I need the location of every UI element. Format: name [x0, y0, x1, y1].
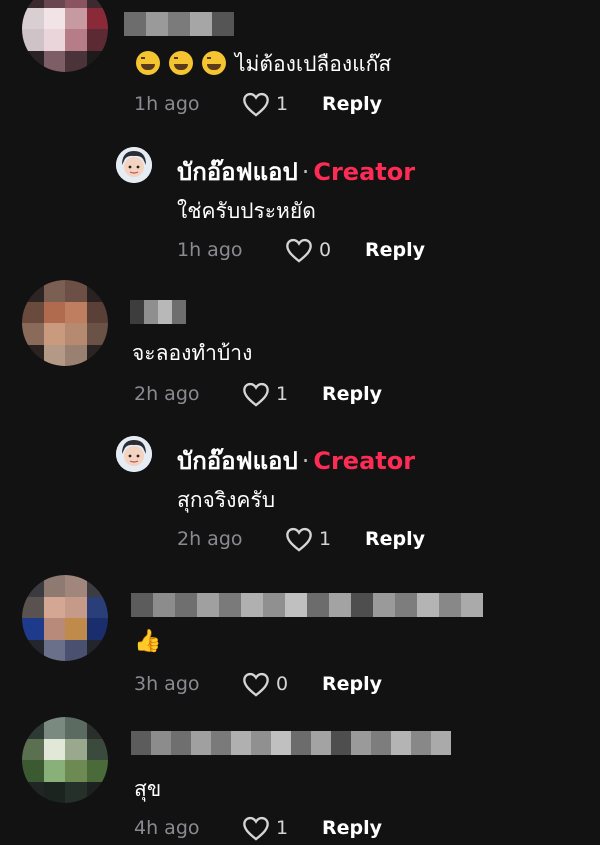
heart-outline-icon[interactable] [242, 381, 270, 407]
grinning-sweat-emoji [202, 51, 226, 75]
timestamp: 1h ago [177, 239, 243, 261]
reply-button[interactable]: Reply [365, 239, 425, 261]
like-button[interactable]: 1 [242, 91, 322, 117]
reply-button[interactable]: Reply [322, 383, 382, 405]
heart-outline-icon[interactable] [285, 526, 313, 552]
separator-dot: · [301, 158, 310, 186]
like-count: 1 [276, 817, 289, 839]
like-count: 1 [276, 93, 289, 115]
creator-username[interactable]: บักอ๊อฟแอป · Creator [177, 152, 415, 191]
reply-button[interactable]: Reply [322, 673, 382, 695]
timestamp: 1h ago [134, 93, 200, 115]
like-count: 0 [319, 239, 332, 261]
username-blurred[interactable] [131, 731, 451, 755]
creator-avatar[interactable] [116, 436, 152, 472]
reply-button[interactable]: Reply [322, 93, 382, 115]
heart-outline-icon[interactable] [285, 237, 313, 263]
comment-text: สุกจริงครับ [177, 488, 276, 512]
grinning-sweat-emoji [136, 51, 160, 75]
like-button[interactable]: 1 [242, 381, 322, 407]
heart-outline-icon[interactable] [242, 815, 270, 841]
reply-button[interactable]: Reply [365, 528, 425, 550]
timestamp: 3h ago [134, 673, 200, 695]
username-blurred[interactable] [124, 12, 234, 36]
heart-outline-icon[interactable] [242, 91, 270, 117]
like-button[interactable]: 0 [242, 671, 322, 697]
like-button[interactable]: 0 [285, 237, 365, 263]
avatar[interactable] [22, 280, 108, 366]
like-button[interactable]: 1 [242, 815, 322, 841]
separator-dot: · [301, 447, 310, 475]
creator-badge: Creator [313, 158, 416, 186]
username-text[interactable]: บักอ๊อฟแอป [177, 447, 298, 475]
comment-meta: 2h ago 1 Reply [177, 524, 425, 554]
comment-meta: 2h ago 1 Reply [134, 379, 382, 409]
username-blurred[interactable] [131, 593, 483, 617]
comment-text: จะลองทำบ้าง [132, 341, 253, 365]
timestamp: 4h ago [134, 817, 200, 839]
avatar[interactable] [22, 575, 108, 661]
username-blurred[interactable] [130, 300, 186, 324]
like-count: 0 [276, 673, 289, 695]
like-button[interactable]: 1 [285, 526, 365, 552]
comment-text: ใช่ครับประหยัด [177, 199, 316, 223]
comment-meta: 1h ago 0 Reply [177, 235, 425, 265]
like-count: 1 [276, 383, 289, 405]
like-count: 1 [319, 528, 332, 550]
avatar[interactable] [22, 0, 108, 72]
timestamp: 2h ago [177, 528, 243, 550]
username-text[interactable]: บักอ๊อฟแอป [177, 158, 298, 186]
creator-badge: Creator [313, 447, 416, 475]
timestamp: 2h ago [134, 383, 200, 405]
comment-text: สุข [134, 777, 162, 801]
avatar[interactable] [22, 717, 108, 803]
heart-outline-icon[interactable] [242, 671, 270, 697]
thumbs-up-emoji: 👍 [134, 629, 162, 654]
comment-meta: 1h ago 1 Reply [134, 89, 382, 119]
creator-username[interactable]: บักอ๊อฟแอป · Creator [177, 441, 415, 480]
comment-meta: 3h ago 0 Reply [134, 669, 382, 699]
comment-text-body: ไม่ต้องเปลืองแก๊ส [235, 52, 392, 76]
creator-avatar[interactable] [116, 147, 152, 183]
grinning-sweat-emoji [169, 51, 193, 75]
comment-text: 👍 [134, 629, 161, 654]
comment-meta: 4h ago 1 Reply [134, 813, 382, 843]
comment-text: ไม่ต้องเปลืองแก๊ส [136, 48, 391, 81]
reply-button[interactable]: Reply [322, 817, 382, 839]
